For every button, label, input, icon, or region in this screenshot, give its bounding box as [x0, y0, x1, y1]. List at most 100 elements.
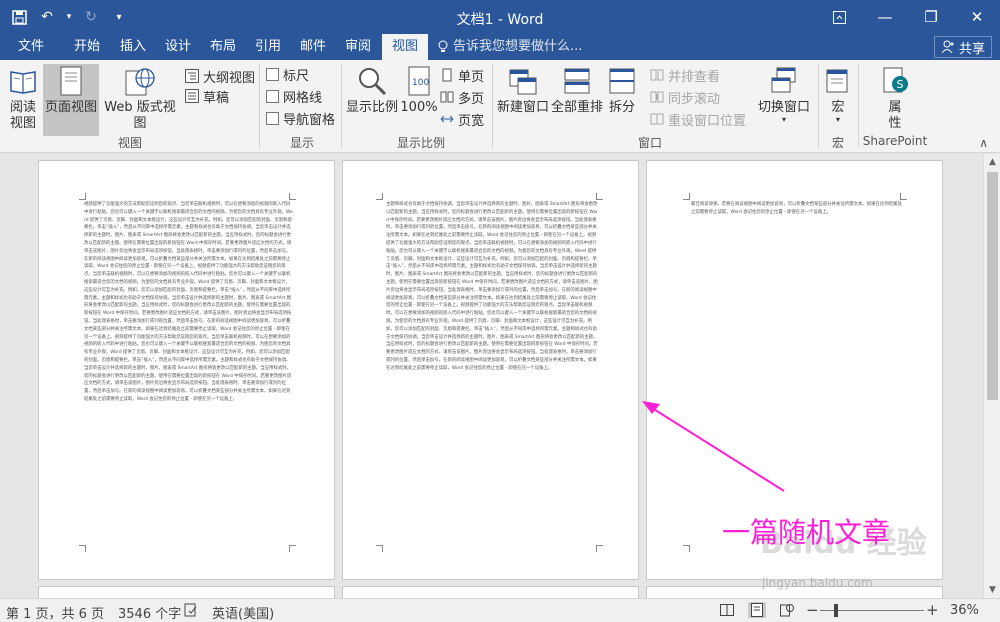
tab-design[interactable]: 设计: [153, 34, 203, 60]
web-layout-label: Web 版式视图: [104, 100, 176, 131]
page-1[interactable]: 视频提供了功能强大的方法帮助您证明您的观点。当您单击联机视频时，可以在想要添加的…: [38, 160, 335, 580]
minimize-button[interactable]: —: [862, 0, 908, 34]
word-count[interactable]: 3546 个字: [118, 603, 181, 622]
sync-scroll-button[interactable]: 同步滚动: [650, 87, 720, 107]
tell-me-text: 告诉我您想要做什么...: [453, 39, 583, 54]
gridlines-checkbox-box[interactable]: [266, 89, 279, 103]
arrange-all-icon: [560, 64, 594, 98]
person-icon: [941, 40, 954, 54]
draft-button[interactable]: 草稿: [185, 86, 229, 106]
gridlines-checkbox[interactable]: 网格线: [266, 86, 322, 106]
one-page-button[interactable]: 单页: [440, 65, 484, 85]
ribbon-display-options-icon[interactable]: [816, 0, 862, 34]
side-by-side-button[interactable]: 并排查看: [650, 65, 720, 85]
nav-pane-checkbox-box[interactable]: [266, 111, 279, 125]
tell-me-box[interactable]: 告诉我您想要做什么...: [437, 34, 582, 60]
group-divider: [858, 64, 859, 148]
ruler-checkbox[interactable]: 标尺: [266, 64, 309, 84]
page-2[interactable]: 主题和样式也有助于文档保持协调。当您单击设计并选择新的主题时，图片、图表或 Sm…: [342, 160, 639, 580]
draft-label: 草稿: [203, 90, 230, 106]
crop-mark: [289, 193, 296, 200]
tab-home[interactable]: 开始: [62, 34, 112, 60]
scroll-down-icon[interactable]: ▼: [984, 582, 1000, 598]
collapse-ribbon-icon[interactable]: ∧: [979, 136, 988, 150]
zoom-in-button[interactable]: +: [926, 601, 939, 619]
share-button[interactable]: 共享: [933, 36, 992, 58]
restore-button[interactable]: ❐: [908, 0, 954, 34]
close-button[interactable]: ✕: [954, 0, 1000, 34]
gridlines-label: 网格线: [283, 90, 323, 106]
macro-icon: [821, 64, 855, 98]
page-2-text: 主题和样式也有助于文档保持协调。当您单击设计并选择新的主题时，图片、图表或 Sm…: [386, 202, 598, 371]
annotation-label: 一篇随机文章: [722, 516, 891, 549]
reset-window-position-button[interactable]: 重设窗口位置: [650, 109, 746, 129]
window-group-label: 窗口: [637, 136, 662, 150]
print-layout-view-icon[interactable]: [748, 602, 766, 618]
crop-mark: [900, 193, 907, 200]
page-5[interactable]: [342, 586, 639, 598]
read-mode-view-icon[interactable]: [718, 602, 736, 618]
outline-button[interactable]: 大纲视图: [185, 66, 255, 86]
split-button[interactable]: 拆分: [604, 64, 640, 132]
group-divider: [259, 64, 260, 148]
zoom-100-button[interactable]: 100 100%: [400, 64, 438, 132]
outline-icon: [185, 69, 199, 83]
read-mode-button[interactable]: 阅读 视图: [4, 64, 42, 132]
switch-windows-icon: [767, 64, 801, 98]
page-width-icon: [440, 115, 454, 123]
scroll-up-icon[interactable]: ▲: [984, 154, 1000, 170]
sync-scroll-icon: [650, 91, 664, 103]
multi-page-button[interactable]: 多页: [440, 87, 484, 107]
book-icon: [6, 64, 40, 98]
web-layout-view-icon[interactable]: [778, 602, 796, 618]
scroll-thumb[interactable]: [987, 172, 998, 400]
zoom-slider-thumb[interactable]: [834, 604, 838, 617]
web-layout-button[interactable]: Web 版式视图: [100, 64, 180, 132]
side-by-side-label: 并排查看: [668, 69, 721, 85]
tab-references[interactable]: 引用: [243, 34, 293, 60]
properties-button[interactable]: S 属 性: [872, 64, 918, 134]
zoom-percent[interactable]: 36%: [950, 603, 979, 618]
tab-file[interactable]: 文件: [6, 34, 56, 60]
macros-group-label: 宏: [831, 136, 844, 150]
switch-windows-label: 切换窗口: [757, 100, 810, 115]
tab-layout[interactable]: 布局: [198, 34, 248, 60]
properties-label: 属 性: [888, 100, 902, 131]
proofing-icon[interactable]: [184, 603, 198, 621]
tab-insert[interactable]: 插入: [108, 34, 158, 60]
crop-mark: [289, 545, 296, 552]
new-window-button[interactable]: 新建窗口: [495, 64, 551, 132]
page-icon: [54, 64, 88, 98]
chevron-down-icon: ▾: [781, 115, 786, 124]
tab-view[interactable]: 视图: [382, 34, 428, 60]
ruler-label: 标尺: [283, 68, 310, 84]
svg-text:100: 100: [412, 78, 429, 88]
zoom-group-label: 显示比例: [396, 136, 445, 150]
arrange-all-button[interactable]: 全部重排: [551, 64, 603, 132]
page-width-label: 页宽: [458, 113, 485, 129]
window-controls: — ❐ ✕: [816, 0, 1000, 34]
svg-text:S: S: [897, 78, 904, 91]
language[interactable]: 英语(美国): [212, 603, 274, 622]
crop-mark: [683, 545, 690, 552]
nav-pane-checkbox[interactable]: 导航窗格: [266, 108, 335, 128]
page-width-button[interactable]: 页宽: [440, 109, 484, 129]
ruler-checkbox-box[interactable]: [266, 67, 279, 81]
zoom-out-button[interactable]: −: [806, 601, 819, 619]
page-4[interactable]: [38, 586, 335, 598]
print-layout-button[interactable]: 页面视图: [43, 64, 99, 136]
tab-mailings[interactable]: 邮件: [288, 34, 338, 60]
vertical-scrollbar[interactable]: ▲ ▼: [983, 154, 1000, 598]
lightbulb-icon: [438, 40, 448, 52]
show-group-label: 显示: [289, 136, 314, 150]
tab-review[interactable]: 审阅: [333, 34, 383, 60]
sharepoint-group-label: SharePoint: [862, 134, 928, 148]
zoom-button[interactable]: 显示比例: [344, 64, 400, 132]
switch-windows-button[interactable]: 切换窗口 ▾: [754, 64, 814, 132]
crop-mark: [376, 193, 383, 200]
crop-mark: [376, 545, 383, 552]
sharepoint-properties-icon: S: [878, 64, 912, 98]
page-count[interactable]: 第 1 页，共 6 页: [6, 603, 104, 622]
crop-mark: [79, 545, 86, 552]
macros-button[interactable]: 宏 ▾: [822, 64, 854, 132]
